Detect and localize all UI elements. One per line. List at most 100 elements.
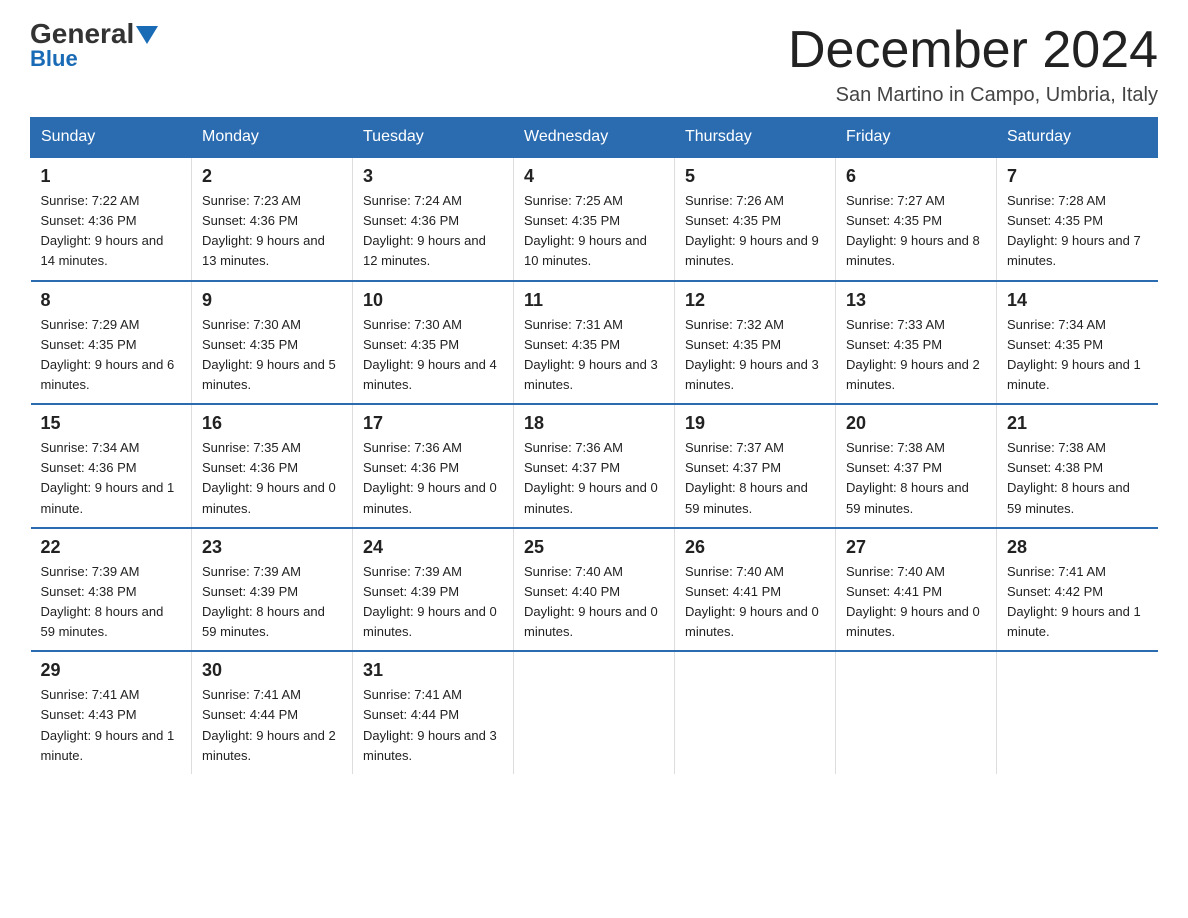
calendar-cell [514, 651, 675, 774]
calendar-cell: 31 Sunrise: 7:41 AMSunset: 4:44 PMDaylig… [353, 651, 514, 774]
calendar-week-1: 1 Sunrise: 7:22 AMSunset: 4:36 PMDayligh… [31, 157, 1158, 281]
calendar-cell: 26 Sunrise: 7:40 AMSunset: 4:41 PMDaylig… [675, 528, 836, 652]
calendar-cell: 11 Sunrise: 7:31 AMSunset: 4:35 PMDaylig… [514, 281, 675, 405]
day-info: Sunrise: 7:35 AMSunset: 4:36 PMDaylight:… [202, 438, 342, 519]
day-info: Sunrise: 7:33 AMSunset: 4:35 PMDaylight:… [846, 315, 986, 396]
day-info: Sunrise: 7:34 AMSunset: 4:35 PMDaylight:… [1007, 315, 1148, 396]
calendar-cell [675, 651, 836, 774]
day-info: Sunrise: 7:41 AMSunset: 4:44 PMDaylight:… [202, 685, 342, 766]
day-info: Sunrise: 7:38 AMSunset: 4:38 PMDaylight:… [1007, 438, 1148, 519]
day-number: 26 [685, 537, 825, 558]
header-friday: Friday [836, 118, 997, 158]
day-number: 31 [363, 660, 503, 681]
calendar-cell: 9 Sunrise: 7:30 AMSunset: 4:35 PMDayligh… [192, 281, 353, 405]
day-info: Sunrise: 7:22 AMSunset: 4:36 PMDaylight:… [41, 191, 182, 272]
day-info: Sunrise: 7:30 AMSunset: 4:35 PMDaylight:… [363, 315, 503, 396]
calendar-cell: 4 Sunrise: 7:25 AMSunset: 4:35 PMDayligh… [514, 157, 675, 281]
day-info: Sunrise: 7:39 AMSunset: 4:39 PMDaylight:… [202, 562, 342, 643]
calendar-week-5: 29 Sunrise: 7:41 AMSunset: 4:43 PMDaylig… [31, 651, 1158, 774]
day-number: 10 [363, 290, 503, 311]
logo-triangle-icon [136, 26, 158, 44]
calendar-cell: 25 Sunrise: 7:40 AMSunset: 4:40 PMDaylig… [514, 528, 675, 652]
day-info: Sunrise: 7:30 AMSunset: 4:35 PMDaylight:… [202, 315, 342, 396]
header-monday: Monday [192, 118, 353, 158]
page-title: December 2024 [788, 20, 1158, 80]
day-number: 30 [202, 660, 342, 681]
calendar-week-3: 15 Sunrise: 7:34 AMSunset: 4:36 PMDaylig… [31, 404, 1158, 528]
day-number: 11 [524, 290, 664, 311]
calendar-table: SundayMondayTuesdayWednesdayThursdayFrid… [30, 117, 1158, 774]
day-info: Sunrise: 7:36 AMSunset: 4:37 PMDaylight:… [524, 438, 664, 519]
logo-text-blue: Blue [30, 46, 78, 72]
day-number: 23 [202, 537, 342, 558]
calendar-cell: 5 Sunrise: 7:26 AMSunset: 4:35 PMDayligh… [675, 157, 836, 281]
calendar-cell: 21 Sunrise: 7:38 AMSunset: 4:38 PMDaylig… [997, 404, 1158, 528]
calendar-cell: 18 Sunrise: 7:36 AMSunset: 4:37 PMDaylig… [514, 404, 675, 528]
calendar-cell: 6 Sunrise: 7:27 AMSunset: 4:35 PMDayligh… [836, 157, 997, 281]
calendar-cell: 3 Sunrise: 7:24 AMSunset: 4:36 PMDayligh… [353, 157, 514, 281]
day-info: Sunrise: 7:34 AMSunset: 4:36 PMDaylight:… [41, 438, 182, 519]
day-info: Sunrise: 7:40 AMSunset: 4:41 PMDaylight:… [846, 562, 986, 643]
calendar-week-2: 8 Sunrise: 7:29 AMSunset: 4:35 PMDayligh… [31, 281, 1158, 405]
day-number: 13 [846, 290, 986, 311]
day-number: 3 [363, 166, 503, 187]
day-info: Sunrise: 7:41 AMSunset: 4:42 PMDaylight:… [1007, 562, 1148, 643]
calendar-cell: 2 Sunrise: 7:23 AMSunset: 4:36 PMDayligh… [192, 157, 353, 281]
day-number: 1 [41, 166, 182, 187]
calendar-cell: 1 Sunrise: 7:22 AMSunset: 4:36 PMDayligh… [31, 157, 192, 281]
calendar-cell: 27 Sunrise: 7:40 AMSunset: 4:41 PMDaylig… [836, 528, 997, 652]
day-number: 27 [846, 537, 986, 558]
day-number: 17 [363, 413, 503, 434]
day-number: 15 [41, 413, 182, 434]
logo: General Blue [30, 20, 158, 72]
day-info: Sunrise: 7:40 AMSunset: 4:40 PMDaylight:… [524, 562, 664, 643]
calendar-cell: 23 Sunrise: 7:39 AMSunset: 4:39 PMDaylig… [192, 528, 353, 652]
day-number: 4 [524, 166, 664, 187]
calendar-cell: 17 Sunrise: 7:36 AMSunset: 4:36 PMDaylig… [353, 404, 514, 528]
calendar-cell: 10 Sunrise: 7:30 AMSunset: 4:35 PMDaylig… [353, 281, 514, 405]
day-info: Sunrise: 7:27 AMSunset: 4:35 PMDaylight:… [846, 191, 986, 272]
title-block: December 2024 San Martino in Campo, Umbr… [788, 20, 1158, 107]
calendar-cell: 8 Sunrise: 7:29 AMSunset: 4:35 PMDayligh… [31, 281, 192, 405]
calendar-cell [836, 651, 997, 774]
page-header: General Blue December 2024 San Martino i… [30, 20, 1158, 107]
day-info: Sunrise: 7:32 AMSunset: 4:35 PMDaylight:… [685, 315, 825, 396]
calendar-cell: 24 Sunrise: 7:39 AMSunset: 4:39 PMDaylig… [353, 528, 514, 652]
day-number: 5 [685, 166, 825, 187]
day-number: 29 [41, 660, 182, 681]
day-info: Sunrise: 7:25 AMSunset: 4:35 PMDaylight:… [524, 191, 664, 272]
calendar-cell: 12 Sunrise: 7:32 AMSunset: 4:35 PMDaylig… [675, 281, 836, 405]
day-number: 8 [41, 290, 182, 311]
day-number: 25 [524, 537, 664, 558]
day-info: Sunrise: 7:36 AMSunset: 4:36 PMDaylight:… [363, 438, 503, 519]
page-subtitle: San Martino in Campo, Umbria, Italy [788, 84, 1158, 107]
calendar-cell: 29 Sunrise: 7:41 AMSunset: 4:43 PMDaylig… [31, 651, 192, 774]
day-info: Sunrise: 7:29 AMSunset: 4:35 PMDaylight:… [41, 315, 182, 396]
calendar-cell: 28 Sunrise: 7:41 AMSunset: 4:42 PMDaylig… [997, 528, 1158, 652]
day-info: Sunrise: 7:31 AMSunset: 4:35 PMDaylight:… [524, 315, 664, 396]
calendar-cell: 16 Sunrise: 7:35 AMSunset: 4:36 PMDaylig… [192, 404, 353, 528]
header-tuesday: Tuesday [353, 118, 514, 158]
calendar-cell: 13 Sunrise: 7:33 AMSunset: 4:35 PMDaylig… [836, 281, 997, 405]
day-info: Sunrise: 7:41 AMSunset: 4:44 PMDaylight:… [363, 685, 503, 766]
day-info: Sunrise: 7:26 AMSunset: 4:35 PMDaylight:… [685, 191, 825, 272]
day-info: Sunrise: 7:39 AMSunset: 4:38 PMDaylight:… [41, 562, 182, 643]
day-number: 20 [846, 413, 986, 434]
calendar-week-4: 22 Sunrise: 7:39 AMSunset: 4:38 PMDaylig… [31, 528, 1158, 652]
day-number: 12 [685, 290, 825, 311]
calendar-header-row: SundayMondayTuesdayWednesdayThursdayFrid… [31, 118, 1158, 158]
day-number: 28 [1007, 537, 1148, 558]
day-info: Sunrise: 7:38 AMSunset: 4:37 PMDaylight:… [846, 438, 986, 519]
day-number: 9 [202, 290, 342, 311]
day-number: 14 [1007, 290, 1148, 311]
day-info: Sunrise: 7:24 AMSunset: 4:36 PMDaylight:… [363, 191, 503, 272]
day-number: 6 [846, 166, 986, 187]
day-info: Sunrise: 7:23 AMSunset: 4:36 PMDaylight:… [202, 191, 342, 272]
logo-text-general: General [30, 20, 134, 48]
calendar-cell: 7 Sunrise: 7:28 AMSunset: 4:35 PMDayligh… [997, 157, 1158, 281]
calendar-cell: 15 Sunrise: 7:34 AMSunset: 4:36 PMDaylig… [31, 404, 192, 528]
day-info: Sunrise: 7:39 AMSunset: 4:39 PMDaylight:… [363, 562, 503, 643]
header-thursday: Thursday [675, 118, 836, 158]
day-number: 18 [524, 413, 664, 434]
day-number: 7 [1007, 166, 1148, 187]
